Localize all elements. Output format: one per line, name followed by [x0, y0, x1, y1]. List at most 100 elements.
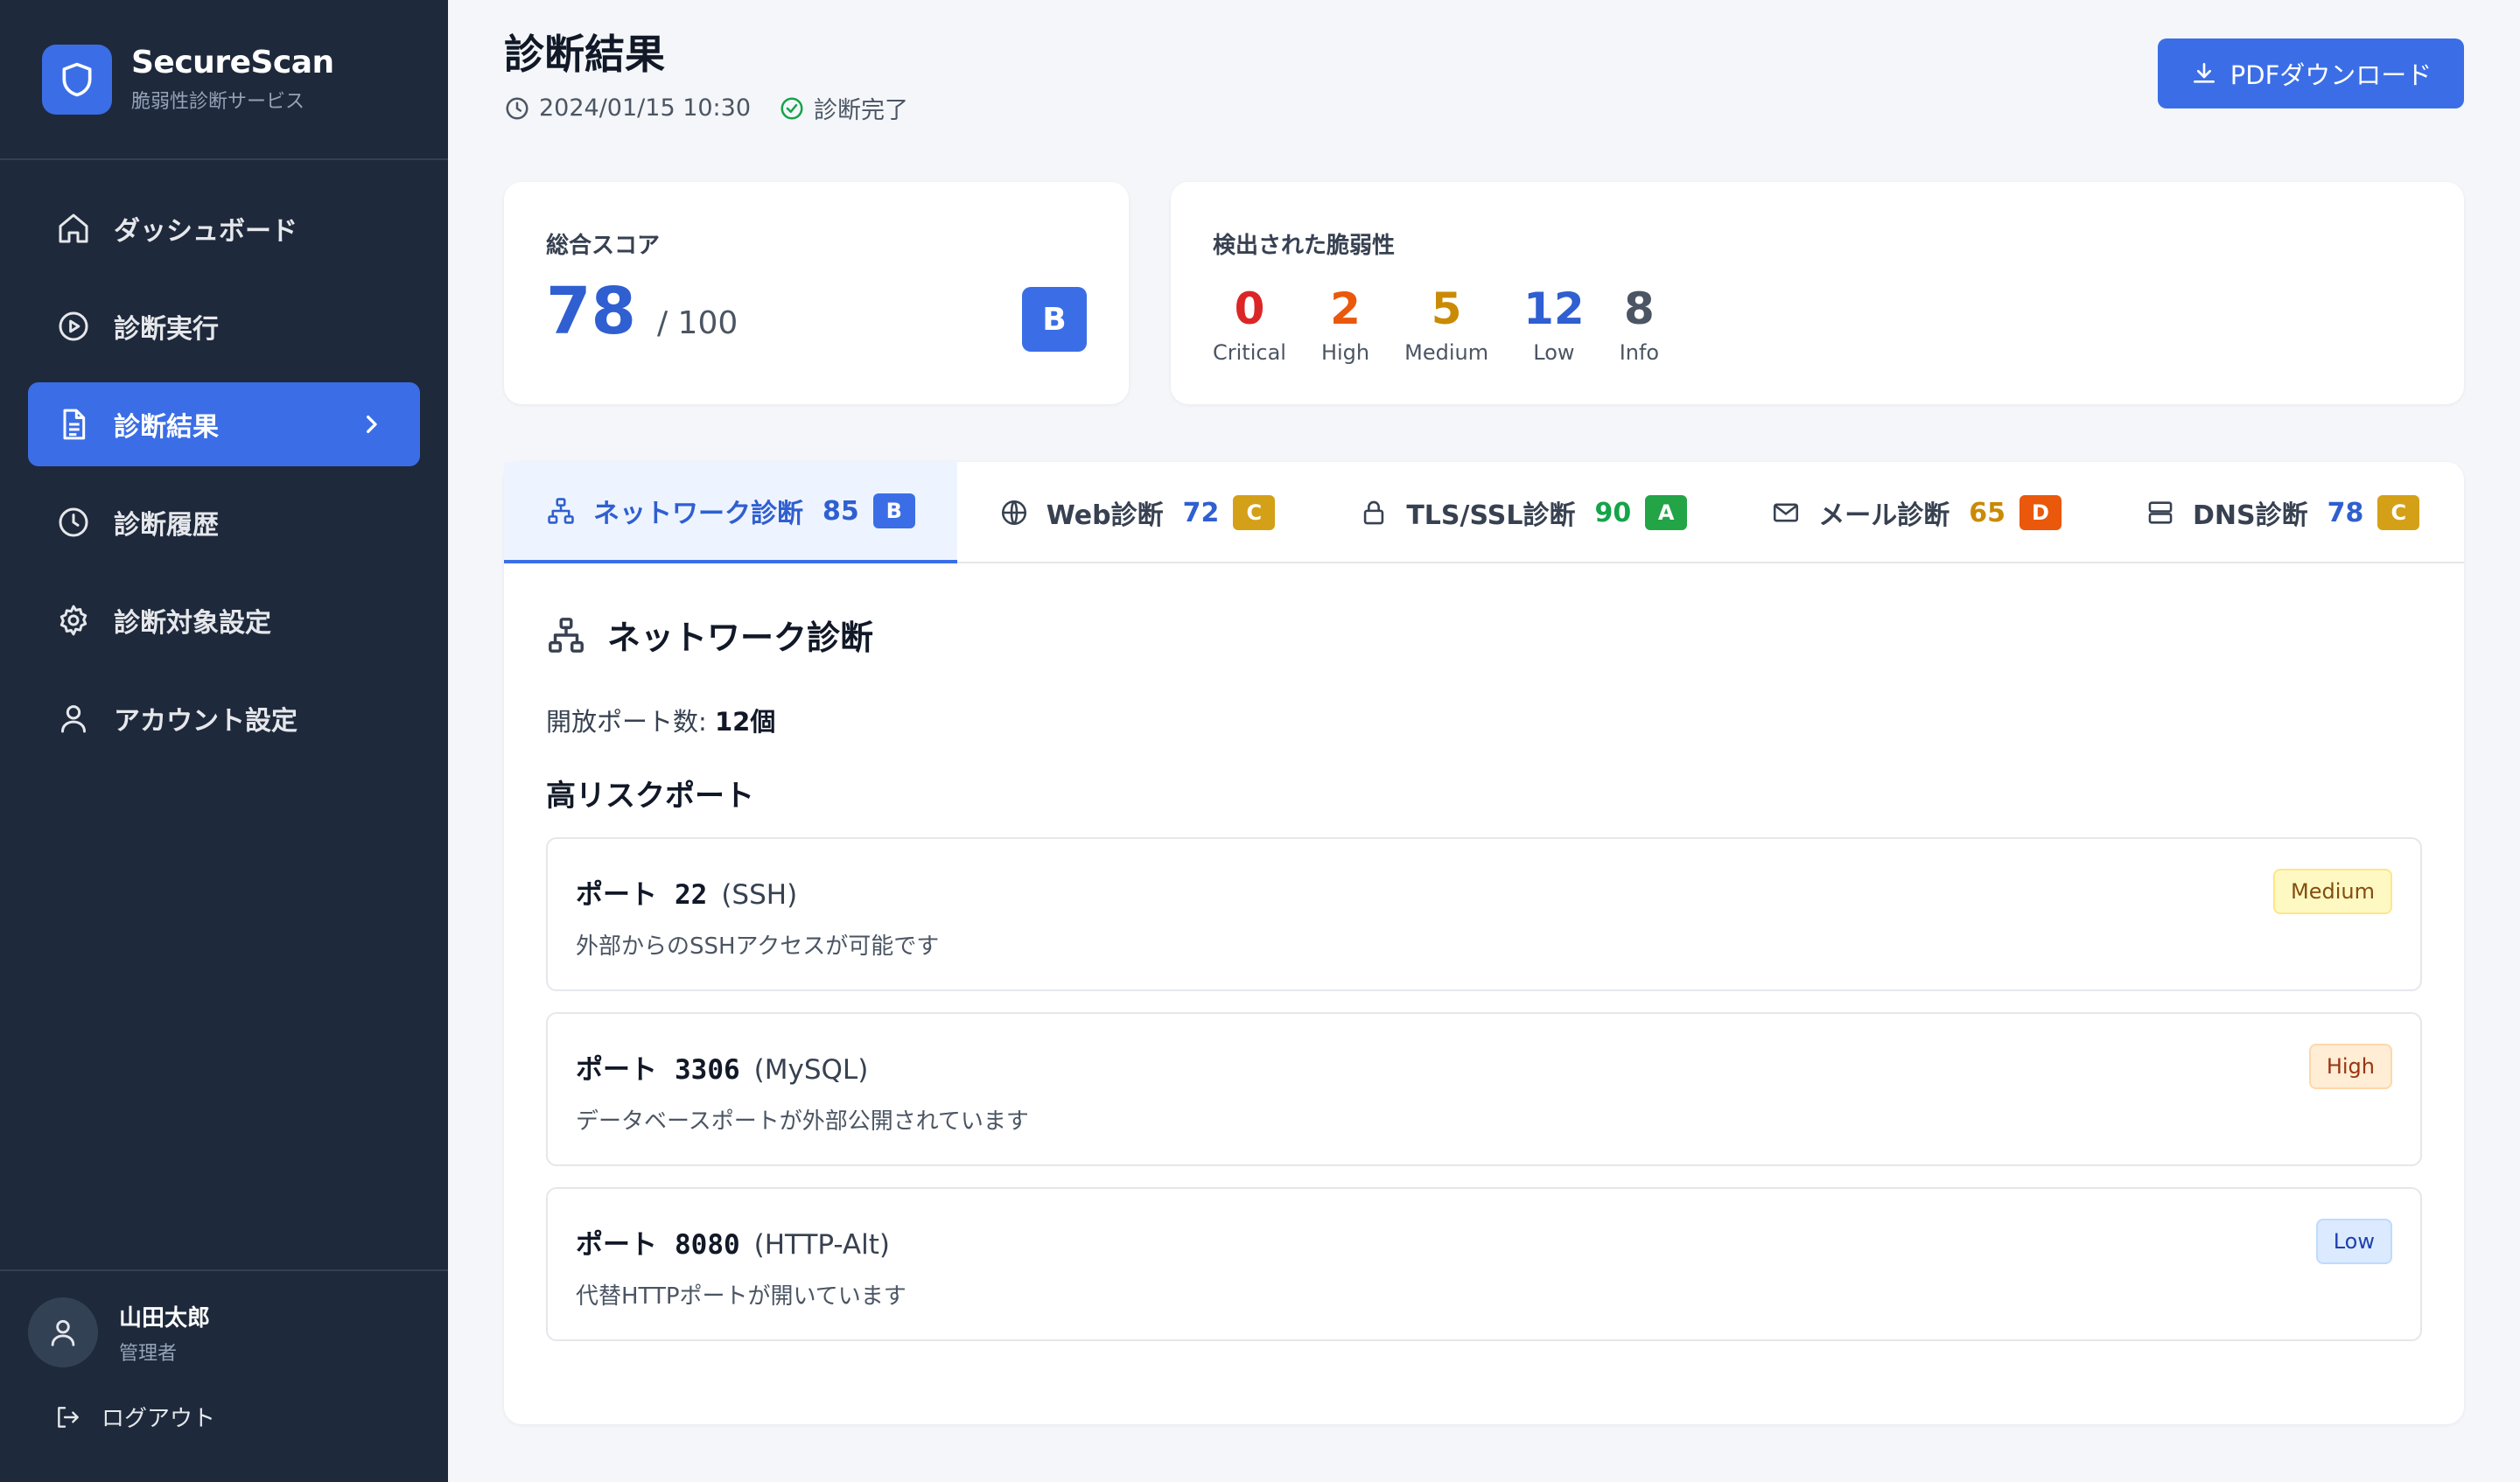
lock-icon: [1364, 500, 1384, 525]
logout-label: ログアウト: [102, 1406, 216, 1432]
sidebar-item-label: 診断結果: [114, 412, 219, 443]
vulnerability-summary-label: 検出された脆弱性: [1213, 233, 1396, 259]
tab-score: 78: [2327, 497, 2364, 528]
user-name: 山田太郎: [119, 1304, 211, 1332]
logout-icon: [58, 1406, 79, 1428]
port-description: 代替HTTPポートが開いています: [576, 1283, 906, 1310]
pdf-download-button[interactable]: PDFダウンロード: [2158, 38, 2464, 108]
user-role: 管理者: [119, 1342, 178, 1365]
severity-badge: Medium: [2273, 869, 2392, 914]
port-number: 8080: [675, 1229, 740, 1261]
vuln-high: 2 High: [1321, 284, 1369, 365]
vuln-label: Critical: [1213, 340, 1286, 365]
document-icon: [63, 409, 86, 440]
overall-score-max: / 100: [656, 305, 738, 341]
tab-label: ネットワーク診断: [593, 499, 803, 529]
check-circle-icon: [780, 97, 803, 119]
section-title: ネットワーク診断: [546, 611, 873, 659]
avatar: [28, 1297, 98, 1367]
user-profile[interactable]: 山田太郎 管理者: [0, 1271, 448, 1367]
vuln-count: 0: [1234, 283, 1265, 334]
clock-icon: [59, 507, 88, 537]
tab-network[interactable]: ネットワーク診断 85 B: [504, 462, 957, 563]
sidebar-item-results[interactable]: 診断結果: [28, 382, 420, 466]
port-item: ポート 3306 (MySQL) データベースポートが外部公開されています Hi…: [546, 1012, 2422, 1166]
vuln-label: Medium: [1404, 340, 1489, 365]
overall-grade-badge: B: [1022, 287, 1087, 352]
chevron-right-icon: [367, 416, 377, 433]
port-label: ポート: [576, 1054, 657, 1086]
pdf-download-label: PDFダウンロード: [2230, 60, 2432, 90]
home-icon: [59, 213, 88, 243]
vulnerability-summary-card: 検出された脆弱性 0 Critical 2 High 5 Medium 12 L…: [1171, 182, 2464, 404]
server-icon: [2148, 501, 2173, 524]
sidebar-item-account-settings[interactable]: アカウント設定: [28, 676, 420, 760]
diagnosis-datetime: 2024/01/15 10:30: [539, 94, 752, 122]
section-title-text: ネットワーク診断: [607, 619, 874, 657]
sidebar-item-history[interactable]: 診断履歴: [28, 480, 420, 564]
vuln-label: Info: [1619, 340, 1660, 365]
download-icon: [2193, 63, 2215, 83]
port-number: 3306: [675, 1054, 740, 1086]
sidebar-item-label: ダッシュボード: [114, 216, 298, 247]
sidebar-footer: 山田太郎 管理者 ログアウト: [0, 1269, 448, 1482]
sidebar-item-label: 診断実行: [114, 314, 219, 345]
shield-icon: [42, 44, 112, 115]
tab-score: 72: [1182, 497, 1220, 528]
tab-grade-badge: B: [872, 493, 915, 528]
sidebar-item-run[interactable]: 診断実行: [28, 284, 420, 368]
open-ports-value: 12個: [715, 707, 776, 737]
play-circle-icon: [59, 311, 88, 341]
tab-dns[interactable]: DNS診断 78 C: [2104, 462, 2461, 563]
category-tabs: ネットワーク診断 85 B Web診断 72 C TLS/SSL診断 90 A …: [504, 462, 2464, 563]
vuln-info: 8 Info: [1620, 284, 1659, 365]
port-service: (SSH): [721, 879, 798, 911]
severity-badge: High: [2308, 1044, 2392, 1089]
port-number: 22: [675, 879, 708, 911]
vuln-label: Low: [1533, 340, 1575, 365]
vuln-count: 12: [1523, 283, 1585, 334]
tab-tls-ssl[interactable]: TLS/SSL診断 90 A: [1317, 462, 1729, 563]
user-icon: [51, 1319, 75, 1346]
tab-web[interactable]: Web診断 72 C: [957, 462, 1318, 563]
tab-mail[interactable]: メール診断 65 D: [1729, 462, 2104, 563]
brand-subtitle: 脆弱性診断サービス: [131, 91, 305, 113]
vuln-low: 12 Low: [1523, 284, 1585, 365]
result-meta: 2024/01/15 10:30 診断完了: [504, 91, 936, 125]
sidebar-item-dashboard[interactable]: ダッシュボード: [28, 186, 420, 270]
network-icon: [548, 498, 574, 524]
vuln-count: 8: [1624, 283, 1655, 334]
overall-score-value: 78: [546, 274, 636, 349]
globe-icon: [1001, 500, 1026, 526]
tab-grade-badge: C: [2377, 495, 2420, 530]
sidebar-nav: ダッシュボード 診断実行 診断結果 診断履歴 診断対象設定 アカウント設定: [0, 160, 448, 760]
page-title: 診断結果: [504, 31, 665, 78]
severity-badge: Low: [2315, 1219, 2392, 1264]
sidebar-item-target-settings[interactable]: 診断対象設定: [28, 578, 420, 662]
port-service: (MySQL): [753, 1054, 869, 1086]
sidebar-item-label: 診断対象設定: [114, 608, 271, 639]
port-description: データベースポートが外部公開されています: [576, 1108, 1029, 1135]
network-icon: [549, 617, 584, 653]
overall-score-label: 総合スコア: [546, 233, 661, 259]
high-risk-ports-heading: 高リスクポート: [546, 779, 754, 814]
tab-grade-badge: D: [2019, 495, 2062, 530]
vuln-medium: 5 Medium: [1404, 284, 1488, 365]
tab-label: メール診断: [1818, 500, 1950, 531]
tab-label: Web診断: [1046, 500, 1164, 531]
vuln-critical: 0 Critical: [1213, 284, 1286, 365]
port-service: (HTTP-Alt): [753, 1229, 890, 1261]
port-item: ポート 8080 (HTTP-Alt) 代替HTTPポートが開いています Low: [546, 1187, 2422, 1341]
diagnosis-detail-card: ネットワーク診断 85 B Web診断 72 C TLS/SSL診断 90 A …: [504, 462, 2464, 1424]
clock-icon: [506, 97, 528, 119]
vuln-label: High: [1320, 340, 1370, 365]
port-label: ポート: [576, 1229, 657, 1261]
user-icon: [61, 705, 86, 733]
tab-label: DNS診断: [2192, 500, 2308, 531]
sidebar-item-label: 診断履歴: [114, 510, 219, 541]
vuln-count: 2: [1330, 283, 1361, 334]
open-ports-count: 開放ポート数: 12個: [546, 702, 775, 738]
logout-button[interactable]: ログアウト: [0, 1367, 448, 1433]
gear-icon: [60, 605, 88, 636]
tab-score: 65: [1969, 497, 2006, 528]
